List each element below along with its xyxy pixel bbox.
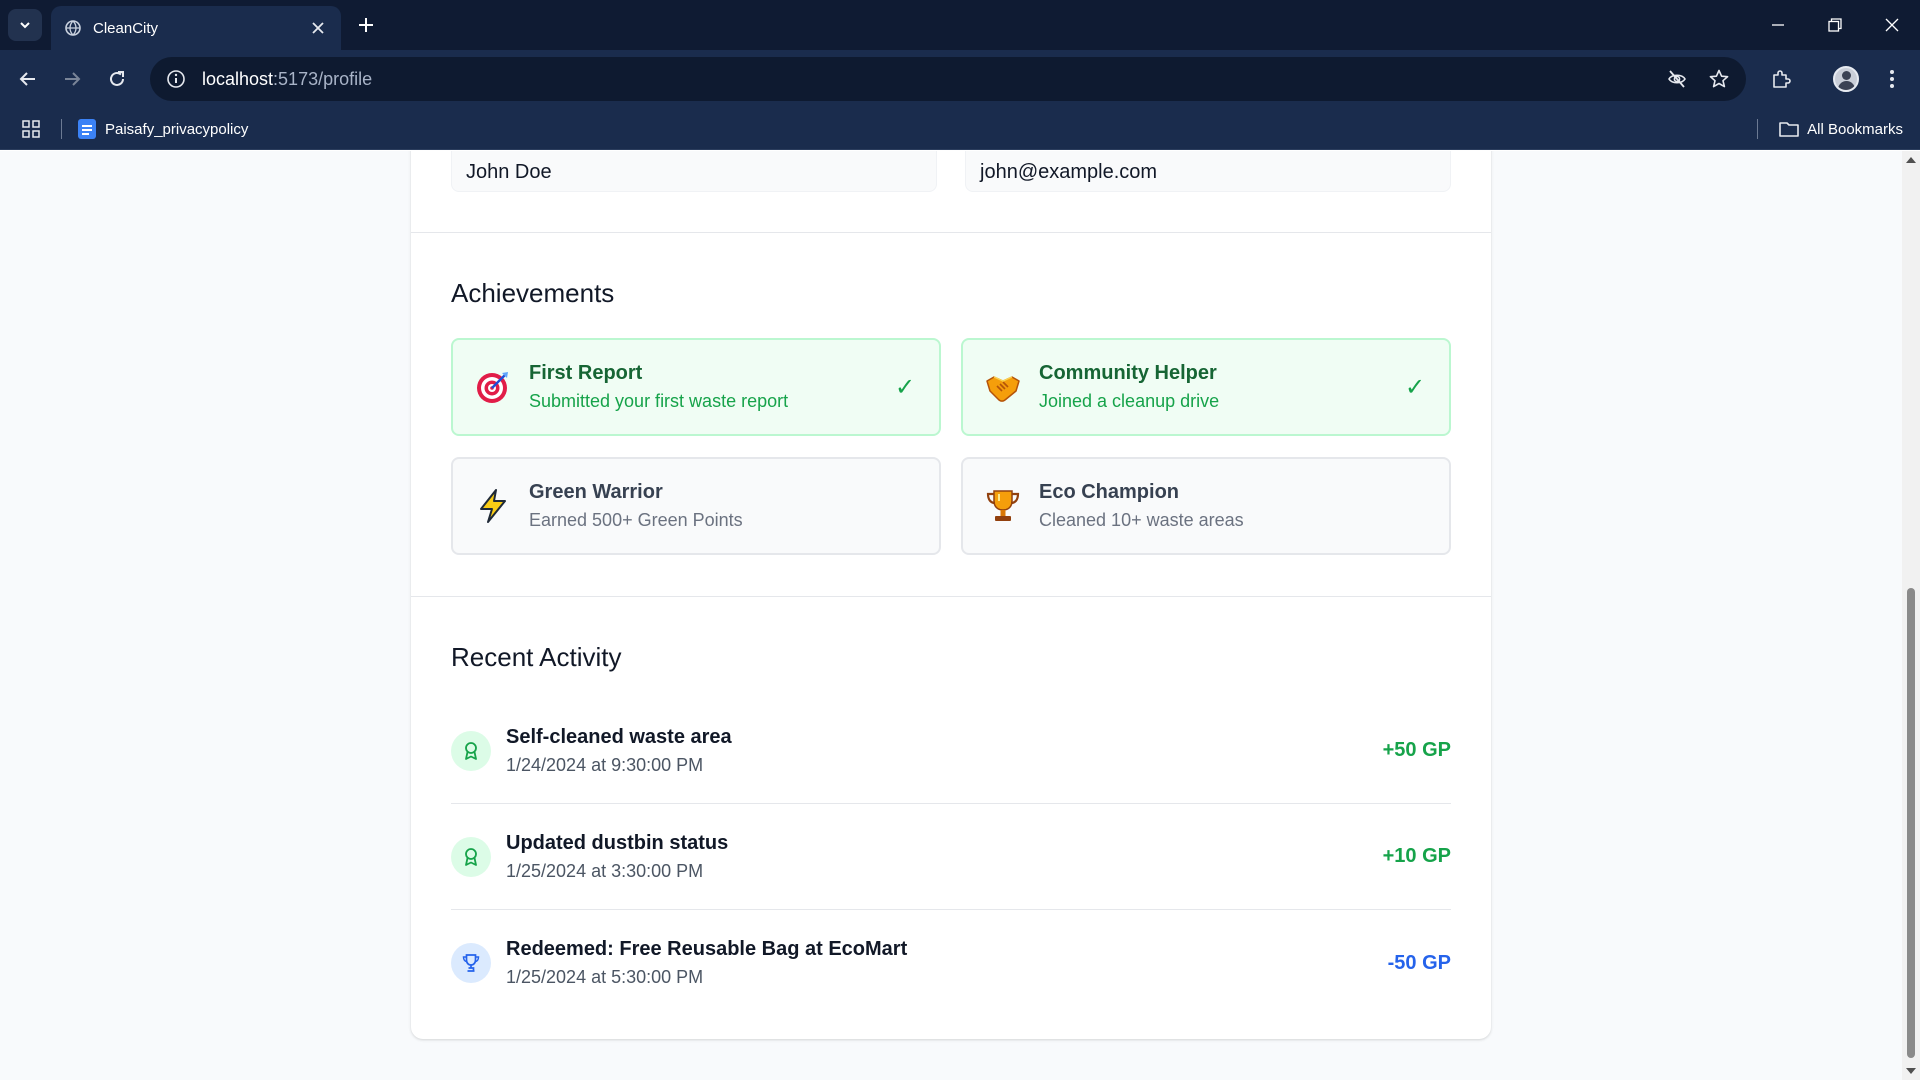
site-info-icon[interactable] [164, 67, 188, 91]
forward-button[interactable] [56, 63, 88, 95]
section-divider [411, 232, 1491, 233]
apps-grid-icon[interactable] [20, 118, 42, 140]
handshake-icon [985, 369, 1021, 405]
avatar [1833, 66, 1859, 92]
bookmark-label: Paisafy_privacypolicy [105, 120, 249, 138]
close-window-button[interactable] [1863, 0, 1920, 50]
bookmarks-bar: Paisafy_privacypolicy All Bookmarks [0, 108, 1920, 150]
scroll-down-icon[interactable] [1906, 1068, 1916, 1074]
achievement-description: Submitted your first waste report [529, 391, 789, 411]
lightning-icon [475, 488, 511, 524]
tab-strip: CleanCity [0, 0, 1920, 50]
minimize-button[interactable] [1749, 0, 1806, 50]
activity-points: +10 GP [1382, 845, 1451, 867]
page-scrollbar[interactable] [1902, 151, 1920, 1080]
activity-date: 1/24/2024 at 9:30:00 PM [506, 754, 704, 775]
close-icon [1885, 18, 1898, 32]
achievement-card-community-helper: Community Helper Joined a cleanup drive … [961, 338, 1451, 436]
achievement-title: Community Helper [1039, 362, 1217, 384]
award-icon [451, 730, 491, 771]
minimize-icon [1771, 24, 1784, 26]
achievement-title: Green Warrior [529, 481, 663, 503]
scroll-up-icon[interactable] [1906, 157, 1916, 163]
target-icon [475, 369, 511, 405]
section-divider [411, 596, 1491, 597]
more-vertical-icon [1890, 70, 1894, 88]
activity-title: Updated dustbin status [506, 831, 729, 854]
achievement-description: Cleaned 10+ waste areas [1039, 510, 1244, 530]
name-field[interactable]: John Doe [451, 151, 937, 192]
activity-date: 1/25/2024 at 3:30:00 PM [506, 860, 704, 881]
achievement-card-green-warrior: Green Warrior Earned 500+ Green Points [451, 457, 941, 555]
globe-icon [63, 18, 83, 38]
reload-button[interactable] [101, 63, 133, 95]
browser-toolbar: localhost:5173/profile [0, 50, 1920, 108]
folder-icon [1779, 122, 1799, 137]
extensions-button[interactable] [1765, 63, 1797, 95]
profile-card: John Doe john@example.com Achievements F… [411, 151, 1491, 1039]
activity-title: Self-cleaned waste area [506, 725, 732, 748]
bookmark-separator [1757, 119, 1758, 139]
browser-menu-button[interactable] [1876, 63, 1908, 95]
chevron-down-icon [20, 22, 30, 29]
achievement-title: Eco Champion [1039, 481, 1180, 503]
all-bookmarks-button[interactable]: All Bookmarks [1779, 117, 1903, 141]
check-icon: ✓ [1404, 373, 1426, 401]
bookmark-separator [61, 119, 62, 139]
arrow-right-icon [65, 72, 81, 86]
profile-button[interactable] [1830, 63, 1862, 95]
achievement-card-eco-champion: Eco Champion Cleaned 10+ waste areas [961, 457, 1451, 555]
eye-off-icon[interactable] [1664, 66, 1690, 92]
reload-icon [110, 71, 124, 86]
scrollbar-thumb[interactable] [1907, 588, 1915, 1058]
restore-icon [1827, 18, 1842, 32]
achievement-description: Joined a cleanup drive [1039, 391, 1220, 411]
puzzle-icon [1773, 70, 1791, 88]
plus-icon [359, 18, 373, 32]
trophy-icon [451, 943, 491, 983]
achievements-title: Achievements [451, 278, 615, 308]
achievement-title: First Report [529, 362, 643, 384]
bookmark-item[interactable]: Paisafy_privacypolicy [78, 117, 248, 141]
name-value: John Doe [466, 161, 552, 183]
activity-item: Redeemed: Free Reusable Bag at EcoMart 1… [451, 910, 1451, 1016]
tab-title: CleanCity [93, 19, 159, 37]
document-icon [78, 119, 96, 139]
star-icon[interactable] [1706, 66, 1732, 92]
check-icon: ✓ [894, 373, 916, 401]
page-viewport: John Doe john@example.com Achievements F… [0, 151, 1902, 1080]
close-tab-icon[interactable] [307, 17, 329, 39]
restore-button[interactable] [1806, 0, 1863, 50]
url-host: localhost [202, 68, 274, 89]
email-value: john@example.com [980, 161, 1158, 183]
activity-points: +50 GP [1382, 739, 1451, 761]
activity-points: -50 GP [1387, 951, 1451, 974]
achievement-description: Earned 500+ Green Points [529, 510, 743, 530]
arrow-left-icon [19, 72, 35, 86]
achievement-card-first-report: First Report Submitted your first waste … [451, 338, 941, 436]
trophy-icon [985, 488, 1021, 524]
tab-search-button[interactable] [8, 9, 42, 41]
email-field[interactable]: john@example.com [965, 151, 1451, 192]
url-path: :5173/profile [273, 68, 373, 89]
back-button[interactable] [12, 63, 44, 95]
all-bookmarks-label: All Bookmarks [1807, 120, 1903, 138]
recent-activity-title: Recent Activity [451, 642, 622, 672]
award-icon [451, 836, 491, 877]
browser-tab[interactable]: CleanCity [51, 6, 341, 50]
activity-item: Updated dustbin status 1/25/2024 at 3:30… [451, 804, 1451, 910]
activity-title: Redeemed: Free Reusable Bag at EcoMart [506, 938, 908, 960]
activity-item: Self-cleaned waste area 1/24/2024 at 9:3… [451, 698, 1451, 804]
new-tab-button[interactable] [353, 12, 379, 38]
address-bar[interactable]: localhost:5173/profile [150, 57, 1746, 101]
activity-date: 1/25/2024 at 5:30:00 PM [506, 967, 704, 987]
